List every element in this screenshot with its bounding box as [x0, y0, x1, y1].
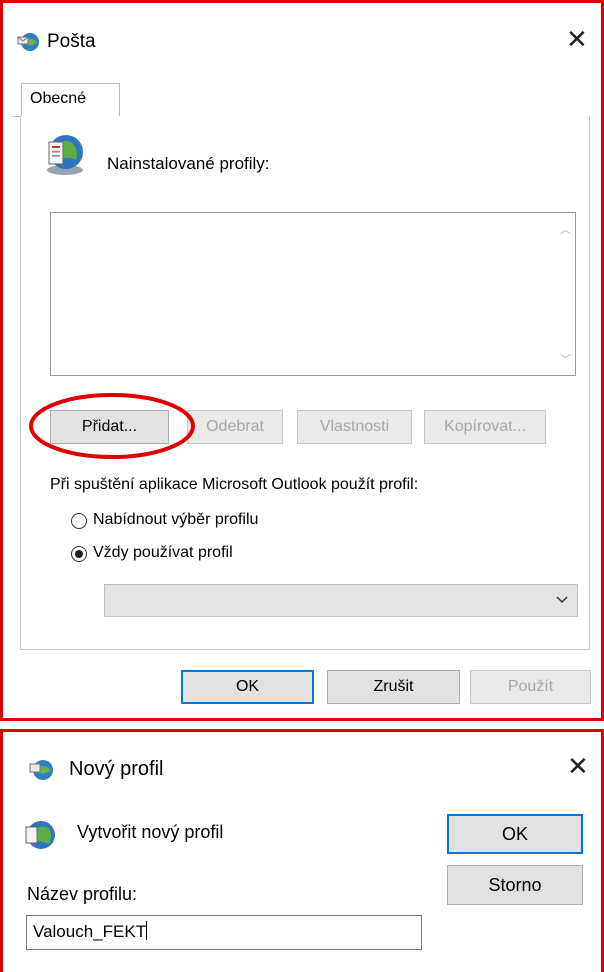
mail-globe-icon [17, 31, 41, 53]
profiles-listbox[interactable]: ︿ ﹀ [50, 212, 576, 376]
new-profile-dialog: Nový profil ✕ Vytvořit nový profil OK St… [3, 732, 601, 972]
dropdown-chevron-icon [555, 593, 569, 612]
remove-profile-button-label: Odebrat [206, 418, 264, 435]
close-icon[interactable]: ✕ [567, 754, 589, 780]
mail-dialog-title: Pošta [47, 31, 96, 52]
radio-prompt-profile[interactable] [71, 513, 87, 529]
general-panel: Nainstalované profily: ︿ ﹀ Přidat... Ode… [20, 116, 590, 650]
profile-name-value: Valouch_FEKT [33, 922, 147, 941]
profile-name-input[interactable]: Valouch_FEKT [26, 915, 422, 950]
tab-general[interactable]: Obecné [21, 83, 120, 117]
mail-dialog: Pošta ✕ Obecné Nainstalované profily: ︿ … [3, 3, 601, 718]
tab-general-label: Obecné [30, 90, 87, 107]
radio-selected-dot [75, 550, 83, 558]
new-profile-cancel-button[interactable]: Storno [447, 865, 583, 905]
scroll-up-icon[interactable]: ︿ [560, 221, 571, 237]
new-profile-ok-label: OK [501, 823, 528, 844]
annotation-circle [27, 390, 197, 465]
create-new-profile-heading: Vytvořit nový profil [77, 822, 224, 842]
new-profile-title-icon [29, 758, 55, 782]
radio-always-profile[interactable] [71, 546, 87, 562]
ok-button-label: OK [235, 678, 260, 695]
new-profile-title: Nový profil [69, 758, 164, 780]
profile-select-dropdown[interactable] [104, 584, 578, 617]
new-profile-ok-button[interactable]: OK [447, 814, 583, 854]
apply-button[interactable]: Použít [470, 670, 591, 704]
cancel-button[interactable]: Zrušit [327, 670, 460, 704]
apply-button-label: Použít [507, 678, 554, 695]
new-profile-cancel-label: Storno [488, 874, 542, 895]
installed-profiles-label: Nainstalované profily: [107, 154, 270, 173]
remove-profile-button[interactable]: Odebrat [187, 410, 283, 444]
radio-prompt-profile-label[interactable]: Nabídnout výběr profilu [93, 511, 258, 529]
copy-profile-button-label: Kopírovat... [444, 418, 526, 435]
properties-button-label: Vlastnosti [319, 418, 390, 435]
text-cursor [146, 921, 148, 940]
startup-profile-label: Při spuštění aplikace Microsoft Outlook … [50, 476, 419, 493]
close-icon[interactable]: ✕ [566, 27, 588, 53]
new-profile-globe-icon [23, 818, 57, 852]
properties-button[interactable]: Vlastnosti [297, 410, 412, 444]
profile-name-label: Název profilu: [27, 884, 138, 904]
scroll-down-icon[interactable]: ﹀ [560, 351, 571, 367]
profiles-globe-icon [43, 130, 87, 176]
radio-always-profile-label[interactable]: Vždy používat profil [93, 544, 233, 562]
copy-profile-button[interactable]: Kopírovat... [424, 410, 546, 444]
listbox-scrollbar[interactable]: ︿ ﹀ [557, 213, 575, 375]
ok-button[interactable]: OK [181, 670, 314, 704]
cancel-button-label: Zrušit [373, 678, 414, 695]
